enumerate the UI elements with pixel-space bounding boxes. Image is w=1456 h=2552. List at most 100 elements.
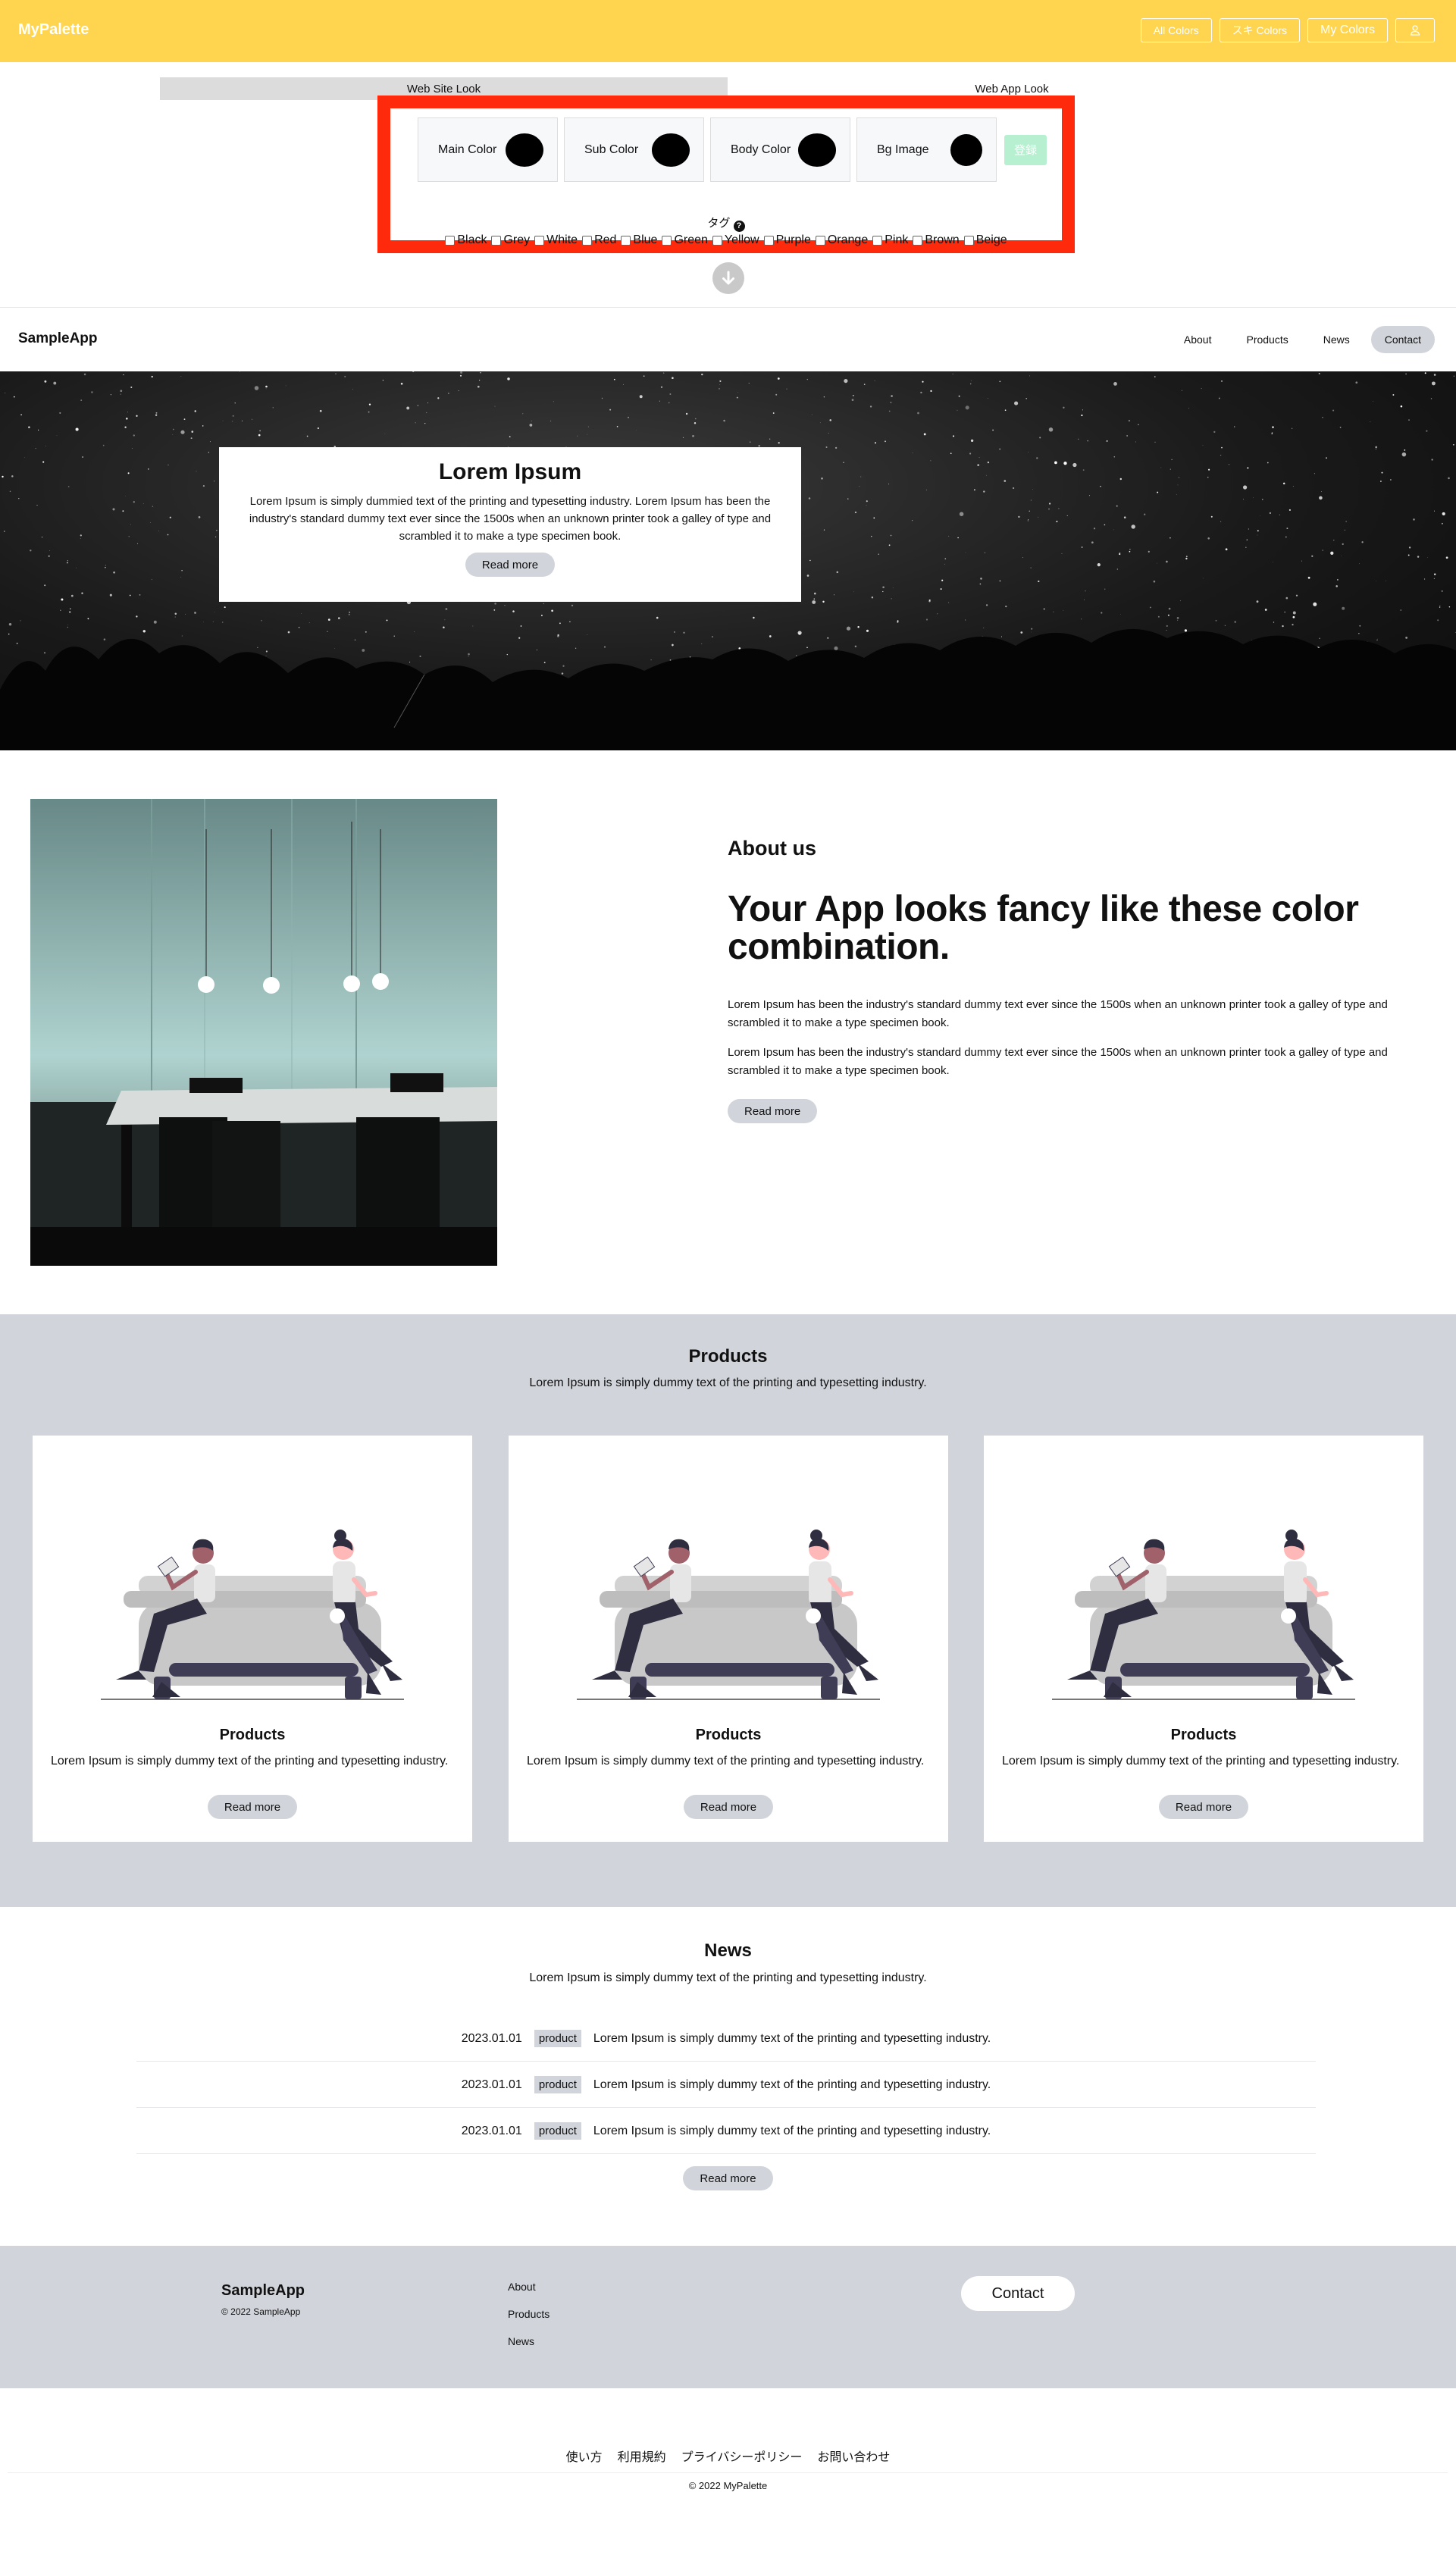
- checkbox[interactable]: [621, 235, 631, 246]
- news-item[interactable]: 2023.01.01 product Lorem Ipsum is simply…: [136, 2062, 1316, 2108]
- color-slot-sub[interactable]: Sub Color: [564, 117, 704, 182]
- product-title: Products: [219, 1727, 286, 1743]
- color-swatch-body[interactable]: [798, 133, 836, 167]
- tag-option-orange[interactable]: Orange: [815, 233, 868, 247]
- checkbox[interactable]: [913, 235, 923, 246]
- question-circle-icon[interactable]: ?: [733, 220, 745, 232]
- arrow-down-circle-icon: [722, 271, 734, 285]
- tag-option-red[interactable]: Red: [582, 233, 616, 247]
- sample-nav-products[interactable]: Products: [1232, 326, 1301, 353]
- register-button[interactable]: 登録: [1004, 134, 1047, 165]
- color-swatch-sub[interactable]: [652, 133, 690, 167]
- hero-read-more-button[interactable]: Read more: [465, 553, 556, 577]
- tag-option-purple[interactable]: Purple: [763, 233, 811, 247]
- site-copyright: © 2022 MyPalette: [688, 2480, 768, 2491]
- scroll-down-button[interactable]: [712, 262, 744, 294]
- header-nav: All Colors スキ Colors My Colors: [1140, 18, 1435, 42]
- color-slot-label: Sub Color: [584, 142, 639, 156]
- about-subtitle: About us: [728, 837, 816, 860]
- user-icon: [1410, 25, 1420, 36]
- color-slot-label: Bg Image: [877, 142, 929, 156]
- checkbox[interactable]: [712, 235, 722, 246]
- products-title: Products: [688, 1346, 768, 1367]
- product-text: Lorem Ipsum is simply dummy text of the …: [51, 1755, 449, 1768]
- tag-option-pink[interactable]: Pink: [872, 233, 908, 247]
- nav-all-colors-button[interactable]: All Colors: [1140, 18, 1212, 42]
- tag-option-beige[interactable]: Beige: [963, 233, 1007, 247]
- product-title: Products: [695, 1727, 762, 1743]
- products-section: Products Lorem Ipsum is simply dummy tex…: [0, 1314, 1456, 1907]
- footer-brand: SampleApp: [221, 2282, 305, 2299]
- hero-section: Lorem Ipsum Lorem Ipsum is simply dummie…: [0, 371, 1456, 750]
- news-date: 2023.01.01: [461, 2078, 522, 2091]
- tag-option-green[interactable]: Green: [662, 233, 708, 247]
- people-on-sofa-illustration: [93, 1481, 412, 1708]
- news-date: 2023.01.01: [461, 2124, 522, 2137]
- people-on-sofa-illustration: [569, 1481, 888, 1708]
- nav-suki-colors-button[interactable]: スキ Colors: [1219, 18, 1300, 42]
- checkbox[interactable]: [872, 235, 883, 246]
- checkbox[interactable]: [662, 235, 672, 246]
- about-image: [30, 799, 497, 1266]
- color-slot-list: Main Color Sub Color Body Color Bg Image…: [418, 117, 1047, 182]
- about-paragraph: Lorem Ipsum has been the industry's stan…: [728, 998, 1388, 1029]
- checkbox[interactable]: [534, 235, 545, 246]
- about-paragraph: Lorem Ipsum has been the industry's stan…: [728, 1046, 1388, 1077]
- color-slot-label: Main Color: [438, 142, 497, 156]
- footer-contact-button[interactable]: Contact: [961, 2276, 1075, 2311]
- checkbox[interactable]: [491, 235, 502, 246]
- about-title: Your App looks fancy like these color co…: [728, 889, 1359, 967]
- app-header: MyPalette All Colors スキ Colors My Colors: [0, 0, 1456, 62]
- user-menu-button[interactable]: [1395, 18, 1435, 42]
- sample-app-footer: SampleApp © 2022 SampleApp About Product…: [0, 2246, 1456, 2388]
- footer-link-contact[interactable]: お問い合わせ: [817, 2447, 890, 2465]
- site-footer-links: 使い方 利用規約 プライバシーポリシー お問い合わせ: [0, 2447, 1456, 2465]
- footer-link-about[interactable]: About: [508, 2281, 536, 2293]
- sample-nav-about[interactable]: About: [1170, 326, 1226, 353]
- product-card: Products Lorem Ipsum is simply dummy tex…: [984, 1436, 1423, 1842]
- tag-option-black[interactable]: Black: [445, 233, 487, 247]
- color-slot-bg-image[interactable]: Bg Image: [856, 117, 997, 182]
- news-read-more-button[interactable]: Read more: [683, 2166, 773, 2190]
- product-card: Products Lorem Ipsum is simply dummy tex…: [509, 1436, 948, 1842]
- news-description: Lorem Ipsum is simply dummy text of the …: [529, 1971, 927, 1984]
- footer-copyright: © 2022 SampleApp: [221, 2306, 301, 2317]
- tag-option-blue[interactable]: Blue: [621, 233, 657, 247]
- footer-link-products[interactable]: Products: [508, 2308, 550, 2320]
- footer-divider: [8, 2472, 1448, 2473]
- checkbox[interactable]: [963, 235, 974, 246]
- checkbox[interactable]: [815, 235, 825, 246]
- tag-option-white[interactable]: White: [534, 233, 578, 247]
- footer-link-terms[interactable]: 利用規約: [618, 2447, 666, 2465]
- news-tag: product: [534, 2122, 581, 2140]
- news-tag: product: [534, 2076, 581, 2093]
- news-item[interactable]: 2023.01.01 product Lorem Ipsum is simply…: [136, 2016, 1316, 2062]
- tag-option-grey[interactable]: Grey: [491, 233, 530, 247]
- about-read-more-button[interactable]: Read more: [728, 1099, 818, 1123]
- color-slot-main[interactable]: Main Color: [418, 117, 558, 182]
- footer-link-how-to-use[interactable]: 使い方: [566, 2447, 603, 2465]
- sample-nav-news[interactable]: News: [1310, 326, 1364, 353]
- product-read-more-button[interactable]: Read more: [683, 1795, 774, 1819]
- product-read-more-button[interactable]: Read more: [207, 1795, 298, 1819]
- sample-app-brand[interactable]: SampleApp: [18, 330, 98, 347]
- color-swatch-bg-image[interactable]: [950, 133, 982, 166]
- footer-link-privacy[interactable]: プライバシーポリシー: [681, 2447, 803, 2465]
- nav-my-colors-button[interactable]: My Colors: [1307, 18, 1388, 42]
- checkbox[interactable]: [445, 235, 456, 246]
- products-description: Lorem Ipsum is simply dummy text of the …: [529, 1376, 927, 1389]
- footer-link-news[interactable]: News: [508, 2335, 534, 2347]
- news-item[interactable]: 2023.01.01 product Lorem Ipsum is simply…: [136, 2109, 1316, 2154]
- checkbox[interactable]: [763, 235, 774, 246]
- color-slot-label: Body Color: [731, 142, 791, 156]
- tag-option-brown[interactable]: Brown: [913, 233, 960, 247]
- product-title: Products: [1170, 1727, 1237, 1743]
- checkbox[interactable]: [582, 235, 593, 246]
- sample-app-menu: About Products News Contact: [1170, 326, 1435, 353]
- color-swatch-main[interactable]: [506, 133, 543, 167]
- brand-logo[interactable]: MyPalette: [18, 21, 89, 39]
- product-read-more-button[interactable]: Read more: [1158, 1795, 1249, 1819]
- tag-option-yellow[interactable]: Yellow: [712, 233, 759, 247]
- color-slot-body[interactable]: Body Color: [710, 117, 850, 182]
- sample-nav-contact[interactable]: Contact: [1370, 326, 1435, 353]
